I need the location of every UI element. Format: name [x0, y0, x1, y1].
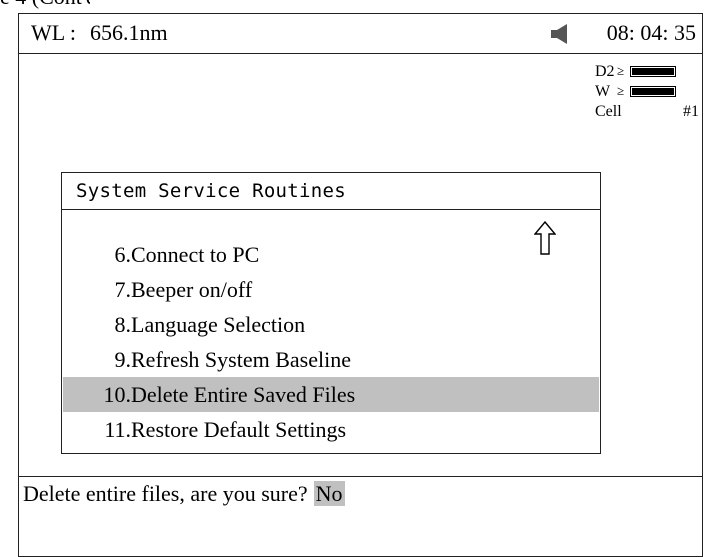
w-lamp-symbol: ≥ [617, 83, 625, 98]
menu-item-number: 7. [114, 277, 132, 302]
menu-item[interactable]: 10. Delete Entire Saved Files [63, 377, 599, 412]
service-menu: 6. Connect to PC 7. Beeper on/off 8. Lan… [63, 237, 599, 447]
speaker-icon [551, 24, 567, 44]
confirmation-prompt: Delete entire files, are you sure? No [23, 477, 345, 511]
d2-lamp-symbol: ≥ [617, 63, 625, 78]
wavelength-readout: WL : 656.1nm [31, 21, 168, 45]
menu-item-number: 8. [114, 312, 132, 337]
dialog-title-bar: System Service Routines [62, 173, 600, 210]
menu-item-number: 6. [114, 242, 132, 267]
d2-lamp-row: D2 ≥ [595, 62, 699, 82]
menu-item[interactable]: 7. Beeper on/off [63, 272, 599, 307]
menu-item-number: 11. [104, 417, 131, 442]
menu-item[interactable]: 8. Language Selection [63, 307, 599, 342]
menu-item-number: 10. [103, 382, 132, 407]
confirmation-text: Delete entire files, are you sure? [23, 481, 308, 506]
menu-item-label: Refresh System Baseline [131, 347, 351, 372]
page-top-fragment: e 4 (Cont'd) [0, 0, 90, 12]
confirmation-bar: Delete entire files, are you sure? No [19, 476, 702, 512]
menu-item[interactable]: 11. Restore Default Settings [63, 412, 599, 447]
cell-label: Cell [595, 103, 622, 120]
menu-item-label: Language Selection [131, 312, 306, 337]
instrument-screen: WL :656.1nm 08: 04: 35 D2 ≥ W ≥ Cell #1 … [18, 13, 703, 557]
dialog-title: System Service Routines [76, 180, 346, 202]
clock: 08: 04: 35 [606, 20, 696, 45]
wavelength-value: 656.1nm [90, 20, 168, 45]
w-lamp-label: W [595, 83, 611, 100]
lamp-status-panel: D2 ≥ W ≥ Cell #1 [595, 62, 699, 122]
menu-item-label: Beeper on/off [131, 277, 253, 302]
service-routines-dialog: System Service Routines 6. Connect to PC… [61, 172, 601, 454]
menu-item-number: 9. [114, 347, 132, 372]
menu-item-label: Connect to PC [131, 242, 260, 267]
w-lamp-row: W ≥ [595, 82, 699, 102]
wavelength-label: WL : [31, 20, 76, 45]
d2-lamp-level-fill [632, 68, 674, 75]
top-fragment-text: e 4 (Cont'd) [0, 0, 90, 8]
menu-item[interactable]: 6. Connect to PC [63, 237, 599, 272]
w-lamp-level-fill [632, 88, 674, 95]
w-lamp-level-bar [630, 86, 676, 97]
d2-lamp-level-bar [630, 66, 676, 77]
menu-item[interactable]: 9. Refresh System Baseline [63, 342, 599, 377]
menu-item-label: Restore Default Settings [131, 417, 347, 442]
confirmation-answer[interactable]: No [313, 481, 345, 506]
cell-row: Cell #1 [595, 102, 699, 122]
status-header: WL : 656.1nm 08: 04: 35 [19, 14, 702, 54]
menu-item-label: Delete Entire Saved Files [131, 382, 356, 407]
d2-lamp-label: D2 [595, 63, 615, 80]
cell-number: #1 [683, 103, 699, 120]
